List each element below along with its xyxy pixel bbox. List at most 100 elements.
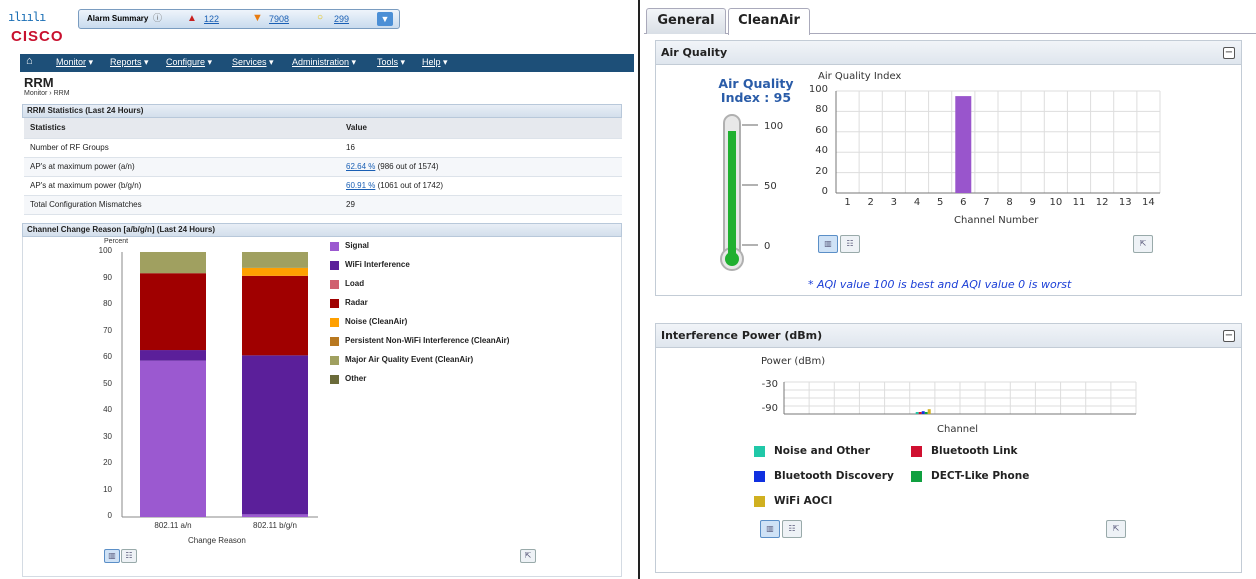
legend-swatch xyxy=(754,496,765,507)
cleanair-pane: General CleanAir Air Quality − Air Quali… xyxy=(644,0,1256,579)
aqi-bar xyxy=(955,96,972,193)
x-tick-label: 11 xyxy=(1072,197,1086,208)
nav-help[interactable]: Help ▾ xyxy=(422,57,448,68)
nav-administration[interactable]: Administration ▾ xyxy=(292,57,356,68)
collapse-icon[interactable]: − xyxy=(1223,47,1235,59)
x-tick-label: 1 xyxy=(844,197,851,208)
legend-swatch xyxy=(330,375,339,384)
export-icon[interactable]: ⇱ xyxy=(1106,520,1126,538)
legend-label: WiFi AOCI xyxy=(774,495,833,507)
y-tick-label: 0 xyxy=(821,186,828,197)
legend-swatch xyxy=(330,242,339,251)
y-tick-label: 10 xyxy=(103,484,112,494)
y-tick-label: -90 xyxy=(761,403,778,414)
tab-general[interactable]: General xyxy=(646,8,726,34)
bar-segment xyxy=(140,273,206,351)
stat-label: AP's at maximum power (a/n) xyxy=(24,157,340,177)
home-icon[interactable]: ⌂ xyxy=(26,55,33,67)
legend-label: WiFi Interference xyxy=(345,260,410,269)
table-view-icon[interactable]: ☷ xyxy=(121,549,137,563)
nav-services[interactable]: Services ▾ xyxy=(232,57,274,68)
legend-swatch xyxy=(911,446,922,457)
alarm-dropdown-icon[interactable]: ▼ xyxy=(377,12,393,26)
y-tick-label: 0 xyxy=(107,511,112,520)
x-tick-label: 3 xyxy=(890,197,898,208)
table-row: AP's at maximum power (b/g/n) 60.91 % (1… xyxy=(24,176,622,196)
major-alarm-icon: ▼ xyxy=(252,12,263,24)
interference-title: Interference Power (dBm) xyxy=(661,329,823,342)
legend-label: Radar xyxy=(345,298,368,307)
alarm-summary-bar[interactable]: Alarm Summary ⓘ ▲ 122 ▼ 7908 ○ 299 ▼ xyxy=(78,9,400,29)
major-alarm-count[interactable]: 7908 xyxy=(269,14,289,24)
air-quality-title: Air Quality xyxy=(661,46,728,59)
y-tick-label: 90 xyxy=(103,272,112,282)
bar-segment xyxy=(242,275,308,356)
minor-alarm-count[interactable]: 299 xyxy=(334,14,349,24)
chart-view-icon[interactable]: ▥ xyxy=(818,235,838,253)
interference-bar xyxy=(918,412,922,414)
legend-label: Major Air Quality Event (CleanAir) xyxy=(345,355,474,364)
nav-monitor[interactable]: Monitor ▾ xyxy=(56,57,93,68)
y-tick-label: 20 xyxy=(815,165,828,177)
legend-swatch xyxy=(911,471,922,482)
legend-swatch xyxy=(330,299,339,308)
gauge-bulb xyxy=(725,252,739,266)
channel-change-panel xyxy=(22,237,622,577)
y-tick-label: 100 xyxy=(808,84,828,95)
y-tick-label: 30 xyxy=(103,431,112,441)
table-row: Total Configuration Mismatches 29 xyxy=(24,195,622,215)
y-tick-label: 50 xyxy=(103,378,112,388)
nav-configure[interactable]: Configure ▾ xyxy=(166,57,212,68)
stat-label: AP's at maximum power (b/g/n) xyxy=(24,176,340,196)
channel-change-xlabel: Change Reason xyxy=(188,536,246,545)
legend-swatch xyxy=(754,471,765,482)
stat-detail: (986 out of 1574) xyxy=(377,162,439,171)
nav-tools[interactable]: Tools ▾ xyxy=(377,57,405,68)
interference-chart xyxy=(783,381,1137,415)
stat-value: 62.64 % (986 out of 1574) xyxy=(340,157,622,177)
x-tick-label: 13 xyxy=(1118,197,1132,208)
aqi-chart-title: Air Quality Index xyxy=(818,71,902,82)
y-tick-label: 40 xyxy=(103,405,112,414)
critical-alarm-count[interactable]: 122 xyxy=(204,14,219,24)
breadcrumb-monitor[interactable]: Monitor xyxy=(24,90,47,97)
gauge-tick-label: 0 xyxy=(764,241,770,252)
export-icon[interactable]: ⇱ xyxy=(520,549,536,563)
nav-help-label: Help xyxy=(422,57,441,67)
chart-view-icon[interactable]: ▥ xyxy=(760,520,780,538)
x-tick-label: 14 xyxy=(1142,197,1155,208)
y-tick-label: 80 xyxy=(815,104,828,116)
stat-link[interactable]: 62.64 % xyxy=(346,162,375,171)
stat-link[interactable]: 60.91 % xyxy=(346,181,375,190)
legend-label: Load xyxy=(345,279,365,288)
y-tick-label: 20 xyxy=(103,458,112,467)
nav-administration-label: Administration xyxy=(292,57,350,67)
table-view-icon[interactable]: ☷ xyxy=(782,520,802,538)
alarm-summary-label: Alarm Summary xyxy=(87,14,149,23)
bar-segment xyxy=(242,514,308,517)
collapse-icon[interactable]: − xyxy=(1223,330,1235,342)
x-tick-label: 5 xyxy=(936,197,944,208)
export-icon[interactable]: ⇱ xyxy=(1133,235,1153,253)
interference-ylabel: Power (dBm) xyxy=(761,356,826,367)
gauge-fill xyxy=(728,131,736,259)
nav-tools-label: Tools xyxy=(377,57,399,67)
legend-label: Noise (CleanAir) xyxy=(345,317,408,326)
x-tick-label: 2 xyxy=(867,197,874,208)
y-tick-label: 40 xyxy=(815,145,828,157)
bar-segment xyxy=(242,267,308,276)
table-view-icon[interactable]: ☷ xyxy=(840,235,860,253)
bar-segment xyxy=(140,360,206,517)
tab-cleanair[interactable]: CleanAir xyxy=(728,8,810,35)
chart-view-icon[interactable]: ▥ xyxy=(104,549,120,563)
x-tick-label: 802.11 a/n xyxy=(154,521,192,530)
x-tick-label: 8 xyxy=(1006,197,1013,208)
stat-value: 16 xyxy=(340,138,622,158)
nav-reports[interactable]: Reports ▾ xyxy=(110,57,149,68)
interference-panel: Interference Power (dBm) − Power (dBm) -… xyxy=(655,323,1242,573)
bar-segment xyxy=(140,252,206,274)
stat-label: Number of RF Groups xyxy=(24,138,340,158)
info-icon: ⓘ xyxy=(153,13,163,23)
legend-swatch xyxy=(330,280,339,289)
col-value: Value xyxy=(340,118,622,139)
